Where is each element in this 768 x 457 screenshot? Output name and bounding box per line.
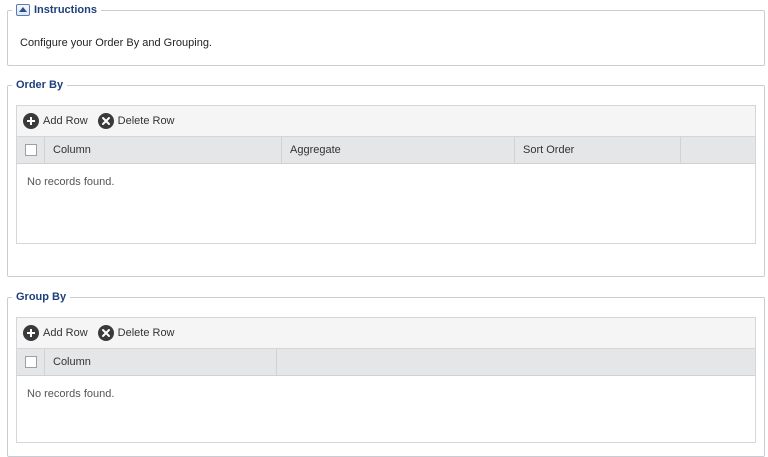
order-by-empty-message: No records found. xyxy=(27,176,115,188)
instructions-legend: Instructions xyxy=(12,3,101,17)
select-all-checkbox[interactable] xyxy=(25,356,37,368)
column-header-column[interactable]: Column xyxy=(45,349,277,375)
column-header-sort-order[interactable]: Sort Order xyxy=(515,137,681,163)
group-by-add-row-button[interactable]: Add Row xyxy=(23,325,88,341)
chevron-up-icon xyxy=(19,7,27,12)
order-by-toolbar: Add Row Delete Row xyxy=(17,106,755,137)
x-circle-icon xyxy=(97,113,114,129)
order-by-header-row: Column Aggregate Sort Order xyxy=(17,137,755,164)
order-by-legend: Order By xyxy=(12,78,68,92)
group-by-panel: Group By Add Row Delete Row Column No re… xyxy=(7,290,765,457)
column-header-actions xyxy=(277,349,755,375)
instructions-text: Configure your Order By and Grouping. xyxy=(20,37,212,49)
group-by-empty-message: No records found. xyxy=(27,388,115,400)
delete-row-label: Delete Row xyxy=(117,115,175,127)
column-header-column[interactable]: Column xyxy=(45,137,282,163)
column-header-aggregate[interactable]: Aggregate xyxy=(282,137,515,163)
group-by-delete-row-button[interactable]: Delete Row xyxy=(97,325,175,341)
add-row-label: Add Row xyxy=(43,115,88,127)
order-by-add-row-button[interactable]: Add Row xyxy=(23,113,88,129)
column-header-actions xyxy=(681,137,755,163)
select-all-checkbox[interactable] xyxy=(25,144,37,156)
instructions-panel: Instructions Configure your Order By and… xyxy=(7,3,765,66)
order-by-panel: Order By Add Row Delete Row Column Aggre… xyxy=(7,78,765,277)
select-all-cell xyxy=(17,137,45,163)
x-circle-icon xyxy=(97,325,114,341)
plus-circle-icon xyxy=(23,325,39,341)
group-by-title: Group By xyxy=(16,291,67,303)
group-by-legend: Group By xyxy=(12,290,71,304)
group-by-toolbar: Add Row Delete Row xyxy=(17,318,755,349)
plus-circle-icon xyxy=(23,113,39,129)
order-by-delete-row-button[interactable]: Delete Row xyxy=(97,113,175,129)
collapse-button[interactable] xyxy=(16,4,30,16)
order-by-title: Order By xyxy=(16,79,64,91)
select-all-cell xyxy=(17,349,45,375)
instructions-title: Instructions xyxy=(34,4,97,16)
add-row-label: Add Row xyxy=(43,327,88,339)
group-by-grid: Add Row Delete Row Column No records fou… xyxy=(16,317,756,443)
delete-row-label: Delete Row xyxy=(117,327,175,339)
group-by-header-row: Column xyxy=(17,349,755,376)
order-by-grid: Add Row Delete Row Column Aggregate Sort… xyxy=(16,105,756,244)
